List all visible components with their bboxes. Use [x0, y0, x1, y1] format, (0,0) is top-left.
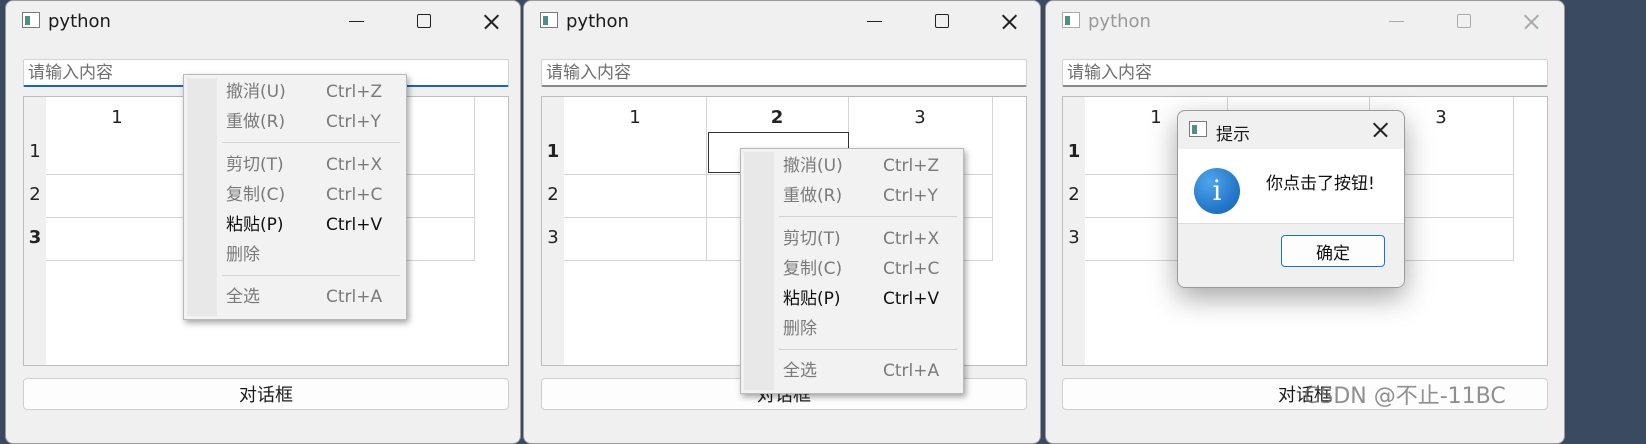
row-header-1[interactable]: 1 — [542, 131, 564, 173]
column-header-1[interactable]: 1 — [564, 97, 706, 137]
menu-item-label: 剪切(T) — [783, 229, 841, 249]
menu-item-copy[interactable]: 复制(C) Ctrl+C — [184, 180, 406, 210]
message-dialog: 提示 i 你点击了按钮! 确定 — [1177, 110, 1405, 288]
row-header-2[interactable]: 2 — [1063, 174, 1085, 216]
window-title: python — [566, 11, 629, 32]
column-header-1[interactable]: 1 — [46, 97, 188, 137]
app-icon — [540, 12, 558, 28]
menu-item-delete[interactable]: 删除 — [184, 240, 406, 270]
grid-line — [992, 97, 993, 261]
context-menu: 撤消(U) Ctrl+Z 重做(R) Ctrl+Y 剪切(T) Ctrl+X 复制(C… — [740, 148, 964, 394]
maximize-icon[interactable] — [403, 7, 443, 37]
column-header-3[interactable]: 3 — [848, 97, 992, 137]
row-header-3[interactable]: 3 — [24, 217, 46, 259]
row-header-3[interactable]: 3 — [542, 217, 564, 259]
menu-item-label: 重做(R) — [783, 186, 843, 206]
menu-separator — [779, 349, 957, 350]
title-bar[interactable]: python — [6, 1, 520, 41]
app-icon — [1189, 121, 1207, 137]
menu-item-label: 重做(R) — [226, 112, 286, 132]
menu-item-label: 删除 — [226, 245, 260, 265]
menu-item-label: 全选 — [783, 361, 817, 381]
search-input[interactable]: 请输入内容 — [541, 59, 1027, 87]
menu-item-redo[interactable]: 重做(R) Ctrl+Y — [184, 107, 406, 137]
minimize-icon[interactable] — [855, 7, 895, 37]
close-icon[interactable] — [471, 7, 511, 37]
menu-item-paste[interactable]: 粘贴(P) Ctrl+V — [741, 284, 963, 314]
menu-item-shortcut: Ctrl+X — [883, 229, 940, 249]
menu-item-label: 粘贴(P) — [226, 215, 284, 235]
menu-item-shortcut: Ctrl+V — [326, 215, 383, 235]
maximize-icon[interactable] — [921, 7, 961, 37]
menu-item-label: 复制(C) — [226, 185, 286, 205]
dialog-message: 你点击了按钮! — [1266, 174, 1375, 194]
menu-separator — [222, 142, 400, 143]
menu-item-redo[interactable]: 重做(R) Ctrl+Y — [741, 181, 963, 211]
row-header-2[interactable]: 2 — [542, 174, 564, 216]
menu-item-select-all[interactable]: 全选 Ctrl+A — [184, 282, 406, 312]
close-icon[interactable] — [989, 7, 1029, 37]
menu-item-shortcut: Ctrl+X — [326, 155, 383, 175]
menu-item-undo[interactable]: 撤消(U) Ctrl+Z — [184, 77, 406, 107]
dialog-title: 提示 — [1216, 125, 1250, 145]
menu-item-shortcut: Ctrl+Z — [326, 82, 383, 102]
context-menu: 撤消(U) Ctrl+Z 重做(R) Ctrl+Y 剪切(T) Ctrl+X 复制(C… — [183, 74, 407, 320]
menu-item-paste[interactable]: 粘贴(P) Ctrl+V — [184, 210, 406, 240]
row-header-1[interactable]: 1 — [1063, 131, 1085, 173]
dialog-title-bar[interactable]: 提示 — [1178, 111, 1404, 149]
grid-line — [706, 97, 707, 261]
menu-item-label: 撤消(U) — [226, 82, 286, 102]
app-icon — [1062, 12, 1080, 28]
info-icon: i — [1194, 168, 1240, 214]
row-header-3[interactable]: 3 — [1063, 217, 1085, 259]
menu-item-undo[interactable]: 撤消(U) Ctrl+Z — [741, 151, 963, 181]
menu-item-label: 粘贴(P) — [783, 289, 841, 309]
menu-item-shortcut: Ctrl+V — [883, 289, 940, 309]
menu-item-shortcut: Ctrl+Y — [326, 112, 381, 132]
title-bar[interactable]: python — [524, 1, 1040, 41]
app-icon — [22, 12, 40, 28]
menu-item-shortcut: Ctrl+C — [883, 259, 940, 279]
menu-item-shortcut: Ctrl+Y — [883, 186, 938, 206]
menu-item-cut[interactable]: 剪切(T) Ctrl+X — [184, 150, 406, 180]
window-title: python — [1088, 11, 1151, 32]
menu-item-label: 删除 — [783, 319, 817, 339]
close-icon[interactable] — [1511, 7, 1551, 37]
close-icon[interactable] — [1360, 115, 1400, 145]
menu-item-label: 复制(C) — [783, 259, 843, 279]
menu-separator — [779, 216, 957, 217]
menu-item-label: 全选 — [226, 287, 260, 307]
watermark: CSDN @不止-11BC — [1304, 384, 1506, 409]
menu-item-shortcut: Ctrl+C — [326, 185, 383, 205]
grid-line — [474, 97, 475, 261]
window-title: python — [48, 11, 111, 32]
menu-item-label: 剪切(T) — [226, 155, 284, 175]
menu-item-label: 撤消(U) — [783, 156, 843, 176]
dialog-button[interactable]: 对话框 — [23, 378, 509, 410]
menu-item-cut[interactable]: 剪切(T) Ctrl+X — [741, 224, 963, 254]
menu-item-copy[interactable]: 复制(C) Ctrl+C — [741, 254, 963, 284]
row-header-1[interactable]: 1 — [24, 131, 46, 173]
minimize-icon[interactable] — [337, 7, 377, 37]
menu-item-shortcut: Ctrl+A — [883, 361, 940, 381]
menu-item-shortcut: Ctrl+Z — [883, 156, 940, 176]
column-header-2[interactable]: 2 — [706, 97, 848, 137]
title-bar[interactable]: python — [1046, 1, 1564, 41]
menu-separator — [222, 275, 400, 276]
grid-line — [1513, 97, 1514, 261]
menu-item-delete[interactable]: 删除 — [741, 314, 963, 344]
minimize-icon[interactable] — [1377, 7, 1417, 37]
search-input[interactable]: 请输入内容 — [1062, 59, 1548, 87]
menu-item-select-all[interactable]: 全选 Ctrl+A — [741, 356, 963, 386]
ok-button[interactable]: 确定 — [1281, 235, 1385, 267]
maximize-icon[interactable] — [1443, 7, 1483, 37]
menu-item-shortcut: Ctrl+A — [326, 287, 383, 307]
row-header-2[interactable]: 2 — [24, 174, 46, 216]
